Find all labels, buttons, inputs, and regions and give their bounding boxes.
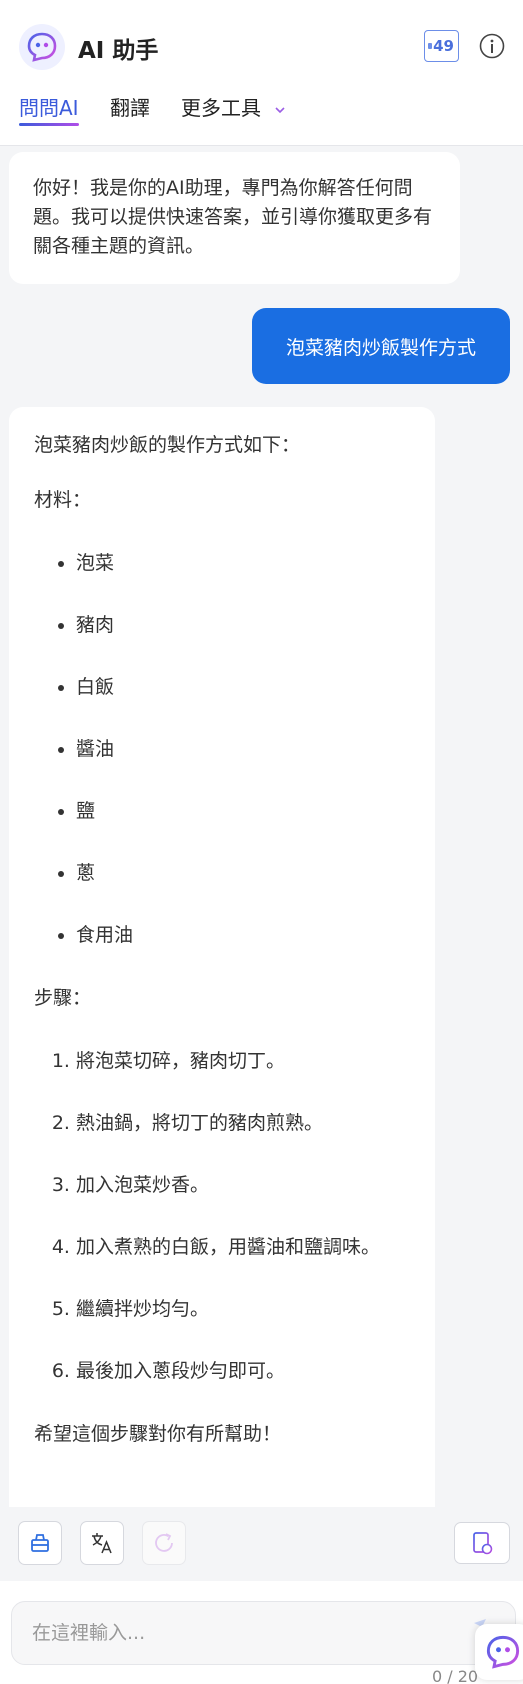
refresh-button[interactable] <box>142 1521 186 1565</box>
summary-doc-icon <box>473 1532 493 1555</box>
info-icon[interactable] <box>479 33 505 59</box>
clear-chat-button[interactable] <box>18 1521 62 1565</box>
ai-logo-icon <box>19 24 65 70</box>
active-tab-indicator <box>19 123 79 126</box>
ai-greeting-message: 你好！我是你的AI助理，專門為你解答任何問題。我可以提供快速答案，並引導你獲取更… <box>9 152 460 284</box>
list-item: 蔥 <box>76 859 410 887</box>
header: AI 助手 49 問問AI 翻譯 更多工具 <box>0 0 523 146</box>
credits-count: 49 <box>433 37 454 55</box>
list-item: 鹽 <box>76 797 410 825</box>
credits-badge[interactable]: 49 <box>424 30 459 62</box>
chevron-down-icon <box>275 106 285 113</box>
credit-icon <box>428 43 432 49</box>
input-area: 0 / 20 <box>0 1581 523 1684</box>
tab-more-tools[interactable]: 更多工具 <box>181 92 287 121</box>
translate-icon <box>92 1533 112 1554</box>
user-message-text: 泡菜豬肉炒飯製作方式 <box>285 336 476 359</box>
chat-input[interactable] <box>11 1601 516 1665</box>
list-item: 將泡菜切碎，豬肉切丁。 <box>76 1047 410 1075</box>
ai-assistant-fab[interactable] <box>475 1624 523 1680</box>
ai-robot-icon <box>486 1635 520 1669</box>
translate-button[interactable] <box>80 1521 124 1565</box>
char-count: 0 / 20 <box>432 1667 479 1684</box>
action-toolbar <box>0 1507 523 1581</box>
answer-closing: 希望這個步驟對你有所幫助！ <box>34 1423 282 1445</box>
clear-chat-icon <box>31 1534 49 1552</box>
tab-label: 更多工具 <box>181 96 261 120</box>
steps-heading: 步驟： <box>34 987 92 1009</box>
ingredients-heading: 材料： <box>34 489 92 511</box>
refresh-icon <box>155 1533 173 1552</box>
tab-ask-ai[interactable]: 問問AI <box>19 92 79 121</box>
tab-label: 問問AI <box>19 96 79 120</box>
chat-area[interactable]: 你好！我是你的AI助理，專門為你解答任何問題。我可以提供快速答案，並引導你獲取更… <box>0 147 523 1507</box>
user-message: 泡菜豬肉炒飯製作方式 <box>252 308 510 384</box>
list-item: 加入煮熟的白飯，用醬油和鹽調味。 <box>76 1233 410 1261</box>
list-item: 最後加入蔥段炒勻即可。 <box>76 1357 410 1385</box>
list-item: 繼續拌炒均勻。 <box>76 1295 410 1323</box>
list-item: 熱油鍋，將切丁的豬肉煎熟。 <box>76 1109 410 1137</box>
tab-label: 翻譯 <box>110 96 150 120</box>
list-item: 泡菜 <box>76 549 410 577</box>
summary-button[interactable] <box>454 1522 510 1564</box>
answer-intro: 泡菜豬肉炒飯的製作方式如下： <box>34 434 301 456</box>
ingredients-list: 泡菜 豬肉 白飯 醬油 鹽 蔥 食用油 <box>34 549 410 949</box>
list-item: 食用油 <box>76 921 410 949</box>
tab-translate[interactable]: 翻譯 <box>110 92 150 121</box>
list-item: 醬油 <box>76 735 410 763</box>
list-item: 白飯 <box>76 673 410 701</box>
ai-answer-message: 泡菜豬肉炒飯的製作方式如下： 材料： 泡菜 豬肉 白飯 醬油 鹽 蔥 食用油 步… <box>9 407 435 1507</box>
greeting-text: 你好！我是你的AI助理，專門為你解答任何問題。我可以提供快速答案，並引導你獲取更… <box>33 177 433 257</box>
list-item: 加入泡菜炒香。 <box>76 1171 410 1199</box>
list-item: 豬肉 <box>76 611 410 639</box>
steps-list: 將泡菜切碎，豬肉切丁。 熱油鍋，將切丁的豬肉煎熟。 加入泡菜炒香。 加入煮熟的白… <box>34 1047 410 1385</box>
app-title: AI 助手 <box>78 38 159 64</box>
